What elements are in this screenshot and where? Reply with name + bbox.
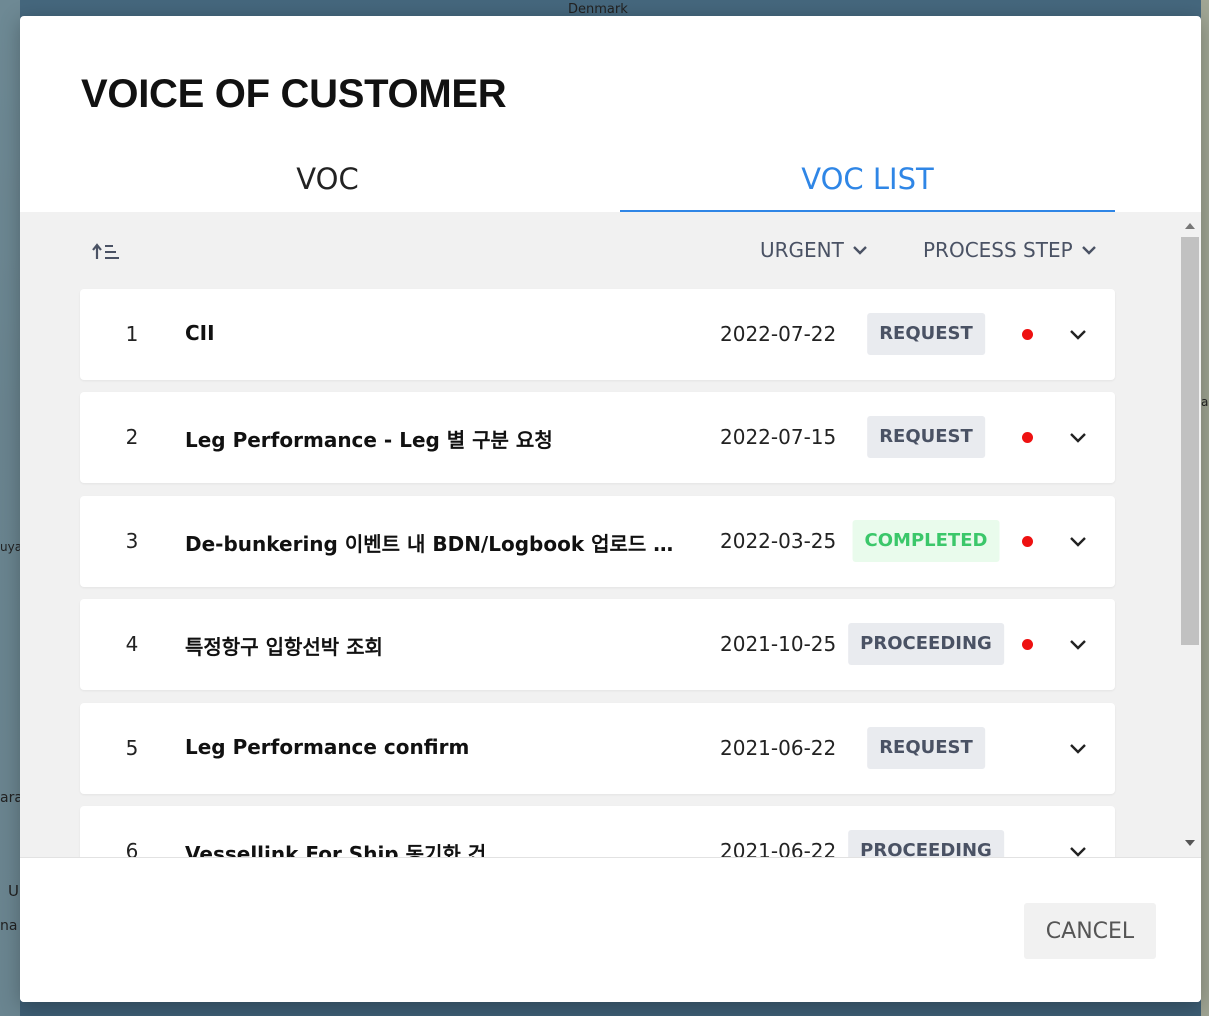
chevron-down-icon[interactable] [1068, 534, 1088, 548]
chevron-down-icon[interactable] [1068, 430, 1088, 444]
voc-row[interactable]: 2 Leg Performance - Leg 별 구분 요청 2022-07-… [80, 392, 1115, 483]
status-badge: COMPLETED [852, 520, 1000, 562]
row-number: 5 [125, 736, 139, 760]
list-toolbar: URGENT PROCESS STEP [20, 212, 1180, 290]
urgent-indicator [1022, 639, 1033, 650]
chevron-down-icon[interactable] [1068, 327, 1088, 341]
row-number: 1 [125, 322, 139, 346]
scroll-down-arrow-icon[interactable] [1185, 839, 1195, 847]
process-step-filter-label: PROCESS STEP [923, 238, 1073, 262]
urgent-filter[interactable]: URGENT [760, 238, 868, 262]
row-title: Leg Performance confirm [185, 735, 470, 759]
urgent-indicator [1022, 432, 1033, 443]
process-step-filter[interactable]: PROCESS STEP [923, 238, 1097, 262]
chevron-down-icon[interactable] [1068, 637, 1088, 651]
row-title: Vessellink For Ship 동기화 건 [185, 842, 487, 857]
voc-modal: VOICE OF CUSTOMER VOC VOC LIST URGENT PR… [20, 16, 1201, 1002]
urgent-filter-label: URGENT [760, 238, 844, 262]
modal-title: VOICE OF CUSTOMER [81, 72, 507, 116]
map-label: na [0, 918, 18, 934]
chevron-down-icon [853, 246, 867, 255]
chevron-down-icon[interactable] [1068, 844, 1088, 857]
chevron-down-icon [1081, 246, 1096, 255]
row-date: 2022-07-15 [720, 425, 837, 449]
map-land [1201, 0, 1209, 1016]
map-land [0, 0, 20, 1016]
map-label: uya [0, 540, 23, 554]
row-title: Leg Performance - Leg 별 구분 요청 [185, 428, 553, 452]
voc-row[interactable]: 3 De-bunkering 이벤트 내 BDN/Logbook 업로드 기능.… [80, 496, 1115, 587]
sort-ascending-icon[interactable] [92, 242, 120, 262]
voc-row[interactable]: 1 CII 2022-07-22 REQUEST [80, 289, 1115, 380]
row-number: 6 [125, 839, 139, 857]
scroll-up-arrow-icon[interactable] [1185, 222, 1195, 230]
cancel-button[interactable]: CANCEL [1024, 903, 1156, 959]
voc-list-panel: URGENT PROCESS STEP 1 CII 2022-07-22 REQ… [20, 212, 1201, 857]
voc-row[interactable]: 6 Vessellink For Ship 동기화 건 2021-06-22 P… [80, 806, 1115, 857]
map-label: U [8, 882, 19, 900]
row-title: De-bunkering 이벤트 내 BDN/Logbook 업로드 기능... [185, 532, 680, 556]
status-badge: PROCEEDING [848, 623, 1004, 665]
row-date: 2021-10-25 [720, 632, 837, 656]
map-label: Denmark [568, 2, 628, 17]
row-date: 2021-06-22 [720, 839, 837, 857]
chevron-down-icon[interactable] [1068, 741, 1088, 755]
row-date: 2021-06-22 [720, 736, 837, 760]
status-badge: REQUEST [867, 416, 985, 458]
status-badge: REQUEST [867, 313, 985, 355]
tab-voc-list[interactable]: VOC LIST [620, 156, 1115, 213]
row-title: CII [185, 321, 215, 345]
urgent-indicator [1022, 329, 1033, 340]
status-badge: REQUEST [867, 727, 985, 769]
tab-bar: VOC VOC LIST [20, 156, 1201, 213]
row-number: 4 [125, 632, 139, 656]
voc-row[interactable]: 5 Leg Performance confirm 2021-06-22 REQ… [80, 703, 1115, 794]
map-label: a [1201, 395, 1209, 409]
scrollbar[interactable] [1179, 212, 1201, 857]
voc-row[interactable]: 4 특정항구 입항선박 조회 2021-10-25 PROCEEDING [80, 599, 1115, 690]
modal-footer: CANCEL [20, 857, 1201, 1002]
scrollbar-thumb[interactable] [1181, 237, 1199, 645]
status-badge: PROCEEDING [848, 830, 1004, 857]
row-title: 특정항구 입항선박 조회 [185, 635, 383, 659]
row-date: 2022-03-25 [720, 529, 837, 553]
row-number: 3 [125, 529, 139, 553]
row-number: 2 [125, 425, 139, 449]
row-date: 2022-07-22 [720, 322, 837, 346]
urgent-indicator [1022, 536, 1033, 547]
tab-voc[interactable]: VOC [20, 156, 635, 210]
